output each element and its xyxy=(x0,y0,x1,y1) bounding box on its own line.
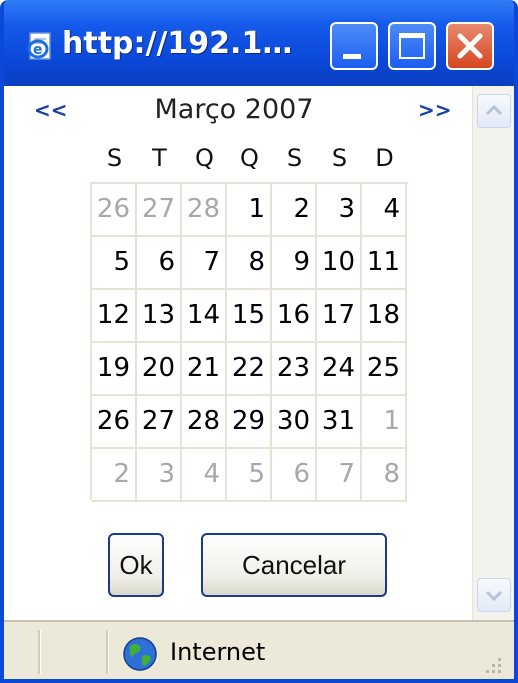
resize-grip-icon[interactable] xyxy=(478,650,506,678)
day-cell[interactable]: 4 xyxy=(182,449,227,502)
day-cell[interactable]: 24 xyxy=(317,343,362,396)
ok-button[interactable]: Ok xyxy=(108,533,164,597)
day-cell[interactable]: 13 xyxy=(137,290,182,343)
weekday-label: S xyxy=(331,144,348,172)
calendar-page: << Março 2007 >> STQQSSD 26 27 28 1 2 3 4 5 6 7 8 9… xyxy=(4,86,472,620)
day-cell[interactable]: 6 xyxy=(137,237,182,290)
weekday-label: S xyxy=(286,144,303,172)
day-cell[interactable]: 25 xyxy=(362,343,407,396)
day-cell[interactable]: 27 xyxy=(137,396,182,449)
day-cell[interactable]: 26 xyxy=(92,184,137,237)
day-cell[interactable]: 27 xyxy=(137,184,182,237)
close-button[interactable] xyxy=(446,22,494,70)
title-bar[interactable]: e http://192.1… xyxy=(4,0,514,86)
client-area: << Março 2007 >> STQQSSD 26 27 28 1 2 3 4 5 6 7 8 9… xyxy=(4,86,514,620)
earth-icon xyxy=(123,637,157,671)
day-cell[interactable]: 12 xyxy=(92,290,137,343)
svg-text:e: e xyxy=(33,42,43,58)
scroll-down-button[interactable] xyxy=(477,578,511,612)
popup-window: e http://192.1… << Março 2007 >> STQQSSD xyxy=(0,0,518,683)
day-cell[interactable]: 17 xyxy=(317,290,362,343)
weekday-label: Q xyxy=(195,144,214,172)
day-cell[interactable]: 18 xyxy=(362,290,407,343)
weekday-label: S xyxy=(106,144,123,172)
day-cell[interactable]: 5 xyxy=(227,449,272,502)
day-cell[interactable]: 2 xyxy=(92,449,137,502)
day-cell[interactable]: 5 xyxy=(92,237,137,290)
day-cell[interactable]: 3 xyxy=(137,449,182,502)
close-icon xyxy=(457,33,483,59)
day-cell[interactable]: 7 xyxy=(182,237,227,290)
weekday-label: T xyxy=(152,144,167,172)
weekday-label: Q xyxy=(240,144,259,172)
month-nav: << Março 2007 >> xyxy=(22,86,466,134)
day-cell[interactable]: 28 xyxy=(182,396,227,449)
day-cell[interactable]: 21 xyxy=(182,343,227,396)
day-cell[interactable]: 3 xyxy=(317,184,362,237)
day-cell[interactable]: 8 xyxy=(227,237,272,290)
day-cell[interactable]: 29 xyxy=(227,396,272,449)
day-cell[interactable]: 30 xyxy=(272,396,317,449)
chevron-up-icon xyxy=(485,104,503,116)
day-cell[interactable]: 15 xyxy=(227,290,272,343)
day-cell[interactable]: 6 xyxy=(272,449,317,502)
ie-page-icon: e xyxy=(27,32,51,60)
maximize-button[interactable] xyxy=(388,22,436,70)
month-label: Março 2007 xyxy=(154,94,314,125)
day-cell[interactable]: 20 xyxy=(137,343,182,396)
day-cell[interactable]: 7 xyxy=(317,449,362,502)
day-cell[interactable]: 26 xyxy=(92,396,137,449)
day-cell[interactable]: 22 xyxy=(227,343,272,396)
vertical-scrollbar[interactable] xyxy=(472,86,514,620)
status-divider xyxy=(106,630,109,674)
day-cell[interactable]: 2 xyxy=(272,184,317,237)
day-cell[interactable]: 19 xyxy=(92,343,137,396)
minimize-icon xyxy=(343,54,361,59)
day-cell[interactable]: 10 xyxy=(317,237,362,290)
prev-month-link[interactable]: << xyxy=(34,94,68,126)
day-cell[interactable]: 28 xyxy=(182,184,227,237)
status-divider xyxy=(38,630,41,674)
cancel-button[interactable]: Cancelar xyxy=(201,533,387,597)
day-cell[interactable]: 11 xyxy=(362,237,407,290)
minimize-button[interactable] xyxy=(330,22,378,70)
day-cell[interactable]: 14 xyxy=(182,290,227,343)
chevron-down-icon xyxy=(485,590,503,602)
window-title: http://192.1… xyxy=(62,26,293,61)
next-month-link[interactable]: >> xyxy=(418,94,452,126)
status-bar: Internet xyxy=(4,620,514,679)
scroll-up-button[interactable] xyxy=(477,94,511,128)
weekday-label: D xyxy=(375,144,394,172)
day-grid: 26 27 28 1 2 3 4 5 6 7 8 9 10 11 12 13 14 15 16 17 18 19 20 21 2… xyxy=(90,182,408,502)
day-cell[interactable]: 16 xyxy=(272,290,317,343)
day-cell[interactable]: 4 xyxy=(362,184,407,237)
weekday-header: STQQSSD xyxy=(90,136,408,180)
day-cell[interactable]: 1 xyxy=(227,184,272,237)
day-cell[interactable]: 1 xyxy=(362,396,407,449)
security-zone-label: Internet xyxy=(170,638,266,666)
day-cell[interactable]: 9 xyxy=(272,237,317,290)
maximize-icon xyxy=(399,33,425,59)
day-cell[interactable]: 31 xyxy=(317,396,362,449)
day-cell[interactable]: 8 xyxy=(362,449,407,502)
day-cell[interactable]: 23 xyxy=(272,343,317,396)
